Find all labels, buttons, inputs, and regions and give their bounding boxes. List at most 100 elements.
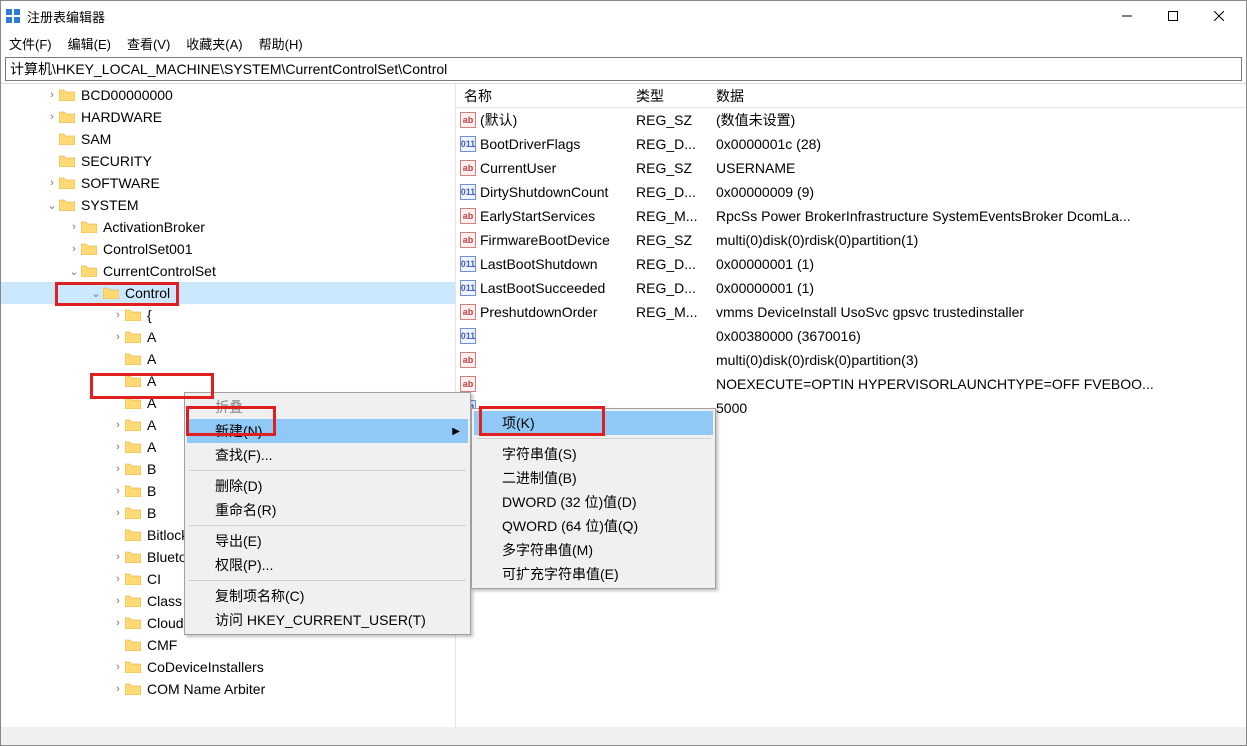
col-type-header[interactable]: 类型 — [636, 86, 716, 106]
chevron-icon[interactable]: › — [45, 177, 59, 189]
menu-edit[interactable]: 编辑(E) — [68, 34, 111, 53]
maximize-button[interactable] — [1150, 1, 1196, 31]
ctx-copyname[interactable]: 复制项名称(C) — [187, 584, 468, 608]
subctx-expand[interactable]: 可扩充字符串值(E) — [474, 562, 713, 586]
detail-row[interactable]: abmulti(0)disk(0)rdisk(0)partition(3) — [456, 348, 1246, 372]
ctx-permissions[interactable]: 权限(P)... — [187, 553, 468, 577]
chevron-icon[interactable]: ⌄ — [67, 265, 81, 278]
tree-item[interactable]: ›ControlSet001 — [1, 238, 455, 260]
tree-item[interactable]: ›A — [1, 326, 455, 348]
chevron-icon[interactable]: › — [111, 485, 125, 497]
menu-view[interactable]: 查看(V) — [127, 34, 170, 53]
value-data: vmms DeviceInstall UsoSvc gpsvc trustedi… — [716, 304, 1246, 320]
subctx-binary[interactable]: 二进制值(B) — [474, 466, 713, 490]
tree-item[interactable]: ›{ — [1, 304, 455, 326]
chevron-icon[interactable]: › — [111, 683, 125, 695]
close-button[interactable] — [1196, 1, 1242, 31]
folder-icon — [125, 374, 143, 388]
tree-label: CurrentControlSet — [103, 263, 216, 279]
detail-row[interactable]: 011BootDriverFlagsREG_D...0x0000001c (28… — [456, 132, 1246, 156]
chevron-icon[interactable]: › — [45, 89, 59, 101]
tree-item[interactable]: ⌄ CurrentControlSet — [1, 260, 455, 282]
value-name: LastBootShutdown — [480, 256, 598, 272]
tree-item[interactable]: ›SOFTWARE — [1, 172, 455, 194]
menu-favorites[interactable]: 收藏夹(A) — [186, 34, 242, 53]
chevron-icon[interactable]: › — [111, 661, 125, 673]
subctx-multi[interactable]: 多字符串值(M) — [474, 538, 713, 562]
tree-item[interactable]: ›CoDeviceInstallers — [1, 656, 455, 678]
chevron-icon[interactable]: › — [111, 331, 125, 343]
ctx-rename[interactable]: 重命名(R) — [187, 498, 468, 522]
tree-label: B — [147, 505, 156, 521]
value-type: REG_M... — [636, 304, 716, 320]
tree-item[interactable]: CMF — [1, 634, 455, 656]
tree-label: BCD00000000 — [81, 87, 173, 103]
detail-row[interactable]: abCurrentUserREG_SZUSERNAME — [456, 156, 1246, 180]
tree-item[interactable]: A — [1, 348, 455, 370]
tree-item[interactable]: › BCD00000000 — [1, 84, 455, 106]
detail-row[interactable]: abPreshutdownOrderREG_M...vmms DeviceIns… — [456, 300, 1246, 324]
string-value-icon: ab — [460, 112, 476, 128]
chevron-icon[interactable]: › — [111, 463, 125, 475]
subctx-dword[interactable]: DWORD (32 位)值(D) — [474, 490, 713, 514]
menu-file[interactable]: 文件(F) — [9, 34, 52, 53]
detail-row[interactable]: abEarlyStartServicesREG_M...RpcSs Power … — [456, 204, 1246, 228]
folder-icon — [125, 594, 143, 608]
detail-panel: 名称 类型 数据 ab(默认)REG_SZ(数值未设置)011BootDrive… — [456, 84, 1246, 727]
value-data: RpcSs Power BrokerInfrastructure SystemE… — [716, 208, 1246, 224]
tree-item[interactable]: ⌄Control — [1, 282, 455, 304]
tree-item[interactable]: SAM — [1, 128, 455, 150]
minimize-button[interactable] — [1104, 1, 1150, 31]
tree-item[interactable]: A — [1, 370, 455, 392]
chevron-icon[interactable]: › — [111, 551, 125, 563]
value-type: REG_D... — [636, 256, 716, 272]
detail-row[interactable]: 011LastBootSucceededREG_D...0x00000001 (… — [456, 276, 1246, 300]
tree-item[interactable]: ›COM Name Arbiter — [1, 678, 455, 700]
main-panel: › BCD00000000 › HARDWARE SAMSECURITY›SOFTWAR… — [1, 83, 1246, 727]
tree-item[interactable]: › HARDWARE — [1, 106, 455, 128]
tree-label: HARDWARE — [81, 109, 162, 125]
chevron-icon[interactable]: › — [111, 617, 125, 629]
detail-row[interactable]: 011DirtyShutdownCountREG_D...0x00000009 … — [456, 180, 1246, 204]
chevron-icon[interactable]: › — [45, 111, 59, 123]
chevron-icon[interactable]: › — [111, 595, 125, 607]
folder-icon — [125, 550, 143, 564]
chevron-icon[interactable]: › — [111, 507, 125, 519]
chevron-icon[interactable]: › — [111, 441, 125, 453]
chevron-icon[interactable]: › — [111, 419, 125, 431]
value-name: CurrentUser — [480, 160, 556, 176]
chevron-icon[interactable]: › — [111, 573, 125, 585]
detail-row[interactable]: abFirmwareBootDeviceREG_SZmulti(0)disk(0… — [456, 228, 1246, 252]
detail-row[interactable]: 0110x00380000 (3670016) — [456, 324, 1246, 348]
chevron-icon[interactable]: ⌄ — [89, 287, 103, 300]
ctx-delete[interactable]: 删除(D) — [187, 474, 468, 498]
tree-item[interactable]: ›ActivationBroker — [1, 216, 455, 238]
address-bar[interactable]: 计算机\HKEY_LOCAL_MACHINE\SYSTEM\CurrentCon… — [5, 57, 1242, 81]
ctx-export[interactable]: 导出(E) — [187, 529, 468, 553]
col-name-header[interactable]: 名称 — [456, 86, 636, 106]
value-data: 0x00000009 (9) — [716, 184, 1246, 200]
ctx-collapse[interactable]: 折叠 — [187, 395, 468, 419]
ctx-new[interactable]: 新建(N)▶ — [187, 419, 468, 443]
chevron-icon[interactable]: › — [67, 243, 81, 255]
detail-row[interactable]: 011LastBootShutdownREG_D...0x00000001 (1… — [456, 252, 1246, 276]
detail-row[interactable]: ab(默认)REG_SZ(数值未设置) — [456, 108, 1246, 132]
chevron-icon[interactable]: › — [67, 221, 81, 233]
menu-help[interactable]: 帮助(H) — [259, 34, 303, 53]
chevron-icon[interactable]: › — [111, 309, 125, 321]
tree-item[interactable]: SECURITY — [1, 150, 455, 172]
col-data-header[interactable]: 数据 — [716, 86, 1246, 106]
subctx-qword[interactable]: QWORD (64 位)值(Q) — [474, 514, 713, 538]
ctx-goto[interactable]: 访问 HKEY_CURRENT_USER(T) — [187, 608, 468, 632]
subctx-key[interactable]: 项(K) — [474, 411, 713, 435]
ctx-find[interactable]: 查找(F)... — [187, 443, 468, 467]
folder-icon — [59, 132, 77, 146]
folder-icon — [125, 484, 143, 498]
string-value-icon: ab — [460, 160, 476, 176]
value-type: REG_SZ — [636, 160, 716, 176]
subctx-string[interactable]: 字符串值(S) — [474, 442, 713, 466]
folder-icon — [125, 682, 143, 696]
tree-item[interactable]: ⌄SYSTEM — [1, 194, 455, 216]
detail-row[interactable]: ab NOEXECUTE=OPTIN HYPERVISORLAUNCHTYPE=… — [456, 372, 1246, 396]
chevron-icon[interactable]: ⌄ — [45, 199, 59, 212]
